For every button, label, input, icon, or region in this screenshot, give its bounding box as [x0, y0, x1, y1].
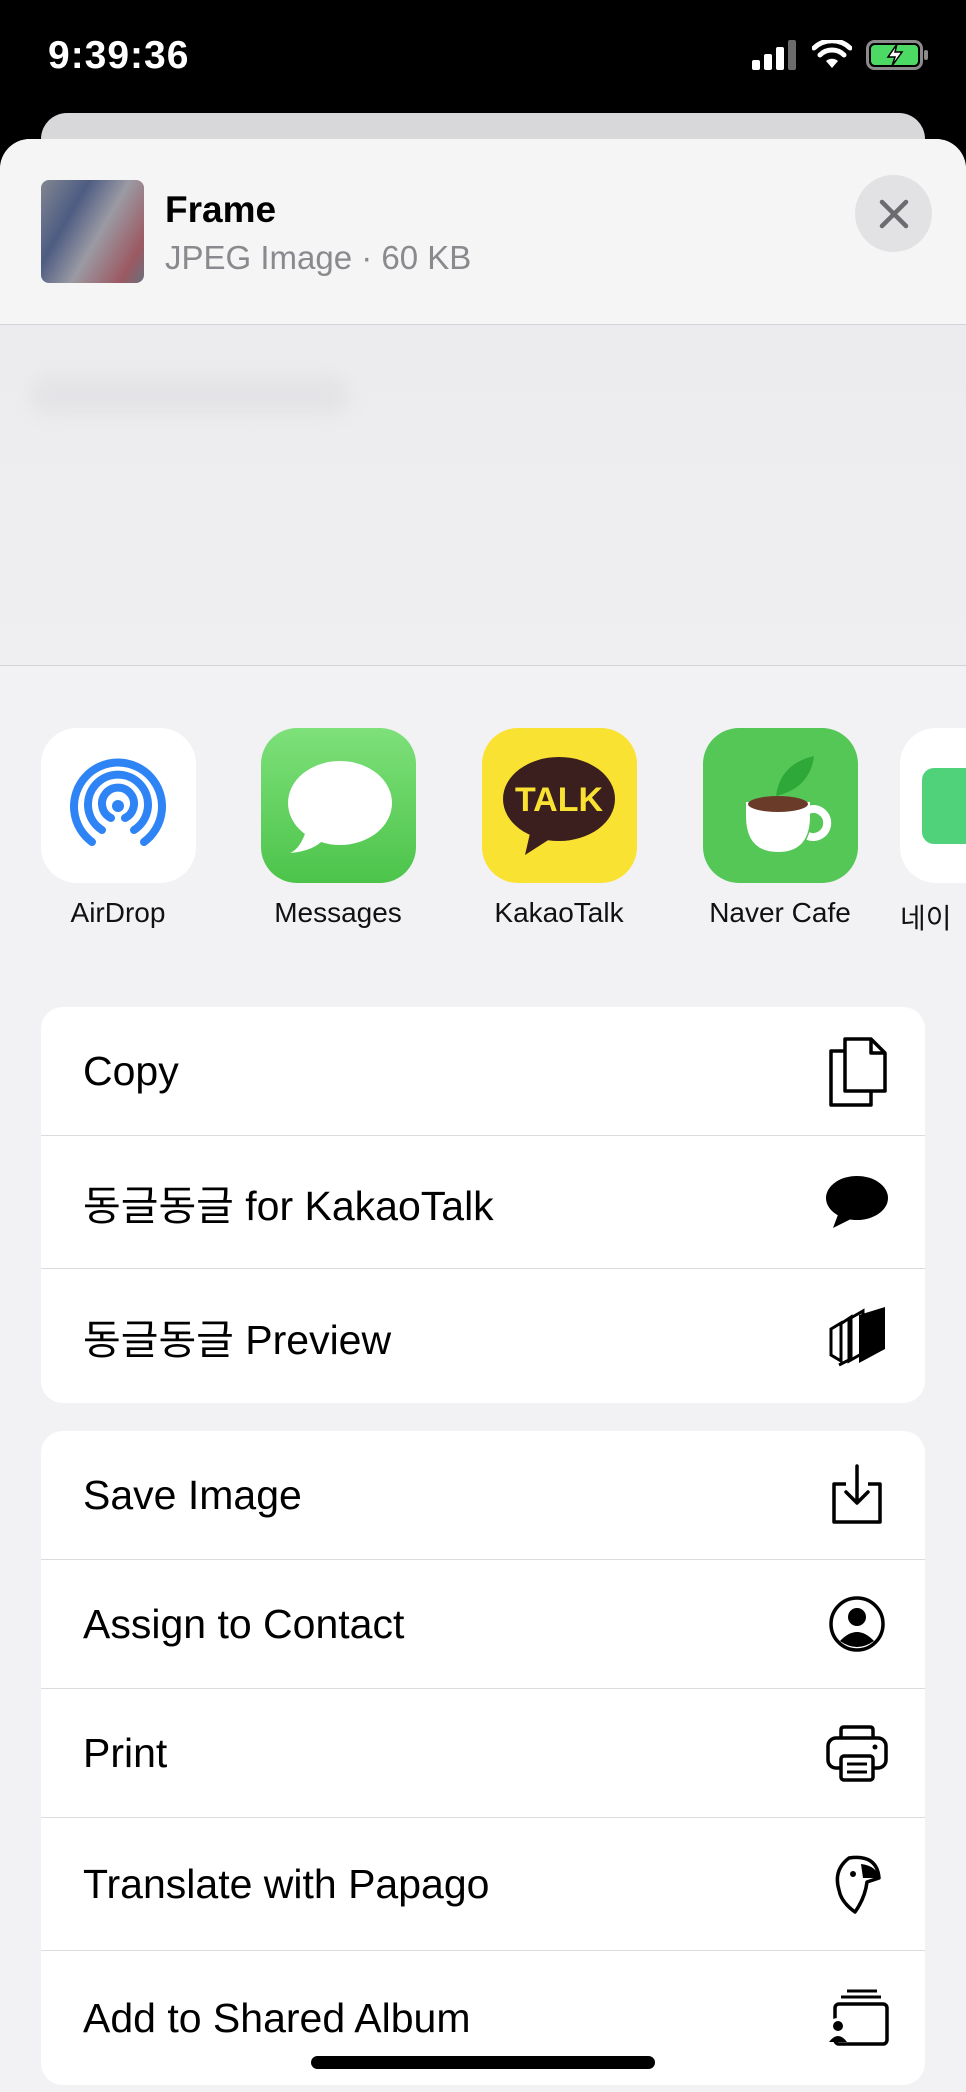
contact-icon	[825, 1588, 889, 1660]
action-print[interactable]: Print	[41, 1689, 925, 1818]
save-download-icon	[825, 1459, 889, 1531]
action-label: Save Image	[83, 1471, 302, 1518]
share-sheet: Frame JPEG Image · 60 KB AirDrop Message…	[0, 139, 966, 2092]
app-label: AirDrop	[70, 897, 166, 928]
status-bar: 9:39:36	[0, 0, 966, 118]
kakao-talk-text: TALK	[515, 781, 604, 819]
app-naver-partial[interactable]: 네이	[900, 728, 966, 937]
status-icons	[752, 38, 930, 75]
close-button[interactable]	[855, 175, 932, 252]
airdrop-icon	[40, 728, 196, 883]
kakaotalk-icon: TALK	[481, 728, 637, 883]
status-time: 9:39:36	[48, 34, 190, 77]
action-label: 동글동글 for KakaoTalk	[83, 1183, 494, 1229]
shared-album-icon	[825, 1982, 889, 2054]
wifi-icon	[811, 38, 853, 75]
action-donggle-kakaotalk[interactable]: 동글동글 for KakaoTalk	[41, 1136, 925, 1269]
action-save-image[interactable]: Save Image	[41, 1431, 925, 1560]
copy-icon	[825, 1035, 889, 1107]
action-label: 동글동글 Preview	[83, 1317, 392, 1363]
app-label: Messages	[274, 897, 402, 928]
action-label: Translate with Papago	[83, 1860, 490, 1907]
messages-icon	[260, 728, 416, 883]
file-thumbnail	[41, 180, 144, 283]
app-label: Naver Cafe	[709, 897, 851, 928]
app-naver-cafe[interactable]: Naver Cafe	[680, 728, 880, 929]
actions-group-2: Save Image Assign to Contact Print Trans…	[41, 1431, 925, 2085]
action-donggle-preview[interactable]: 동글동글 Preview	[41, 1269, 925, 1403]
close-icon	[879, 199, 908, 228]
action-assign-contact[interactable]: Assign to Contact	[41, 1560, 925, 1689]
file-subtitle: JPEG Image · 60 KB	[165, 239, 472, 276]
papago-parrot-icon	[825, 1848, 889, 1920]
speech-bubble-icon	[825, 1166, 889, 1238]
naver-cafe-icon	[702, 728, 858, 883]
action-label: Print	[83, 1729, 168, 1776]
actions-group-1: Copy 동글동글 for KakaoTalk 동글동글 Preview	[41, 1007, 925, 1403]
share-header: Frame JPEG Image · 60 KB	[0, 139, 966, 325]
share-preview-area	[0, 325, 966, 666]
action-label: Add to Shared Album	[83, 1994, 471, 2041]
share-apps-row[interactable]: AirDrop Messages TALK KakaoTalk Naver Ca…	[0, 728, 966, 958]
preview-cards-icon	[825, 1300, 889, 1372]
app-label: KakaoTalk	[494, 897, 624, 928]
app-airdrop[interactable]: AirDrop	[18, 728, 218, 929]
app-messages[interactable]: Messages	[238, 728, 438, 929]
file-title: Frame	[165, 189, 277, 230]
battery-charging-icon	[866, 40, 930, 75]
app-kakaotalk[interactable]: TALK KakaoTalk	[459, 728, 659, 929]
action-copy[interactable]: Copy	[41, 1007, 925, 1136]
signal-icon	[752, 40, 798, 75]
printer-icon	[825, 1717, 889, 1789]
home-indicator[interactable]	[311, 2056, 655, 2069]
preview-placeholder	[30, 375, 350, 415]
naver-icon	[900, 728, 966, 883]
app-label: 네이	[900, 903, 952, 934]
action-translate-papago[interactable]: Translate with Papago	[41, 1818, 925, 1951]
action-label: Assign to Contact	[83, 1600, 405, 1647]
action-label: Copy	[83, 1047, 179, 1094]
